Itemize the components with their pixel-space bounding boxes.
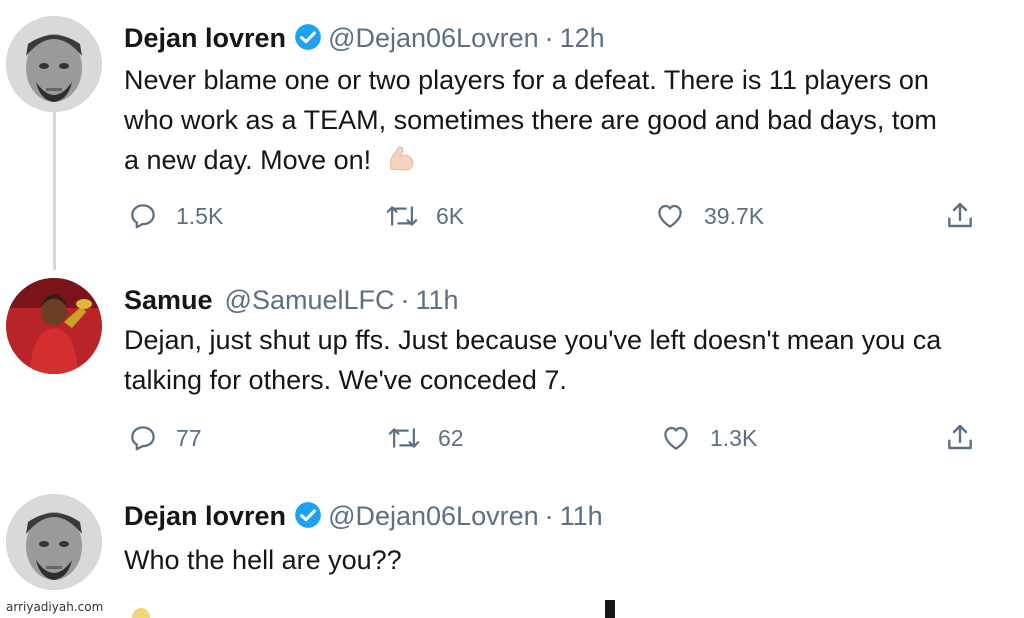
share-button[interactable] [944, 418, 976, 458]
tweet-header: Dejan lovren @Dejan06Lovren · 12h [124, 22, 605, 58]
like-button[interactable]: 39.7K [654, 196, 764, 236]
player-portrait-icon [6, 494, 102, 590]
retweet-icon [388, 428, 420, 448]
tweet-text-segment: a new day. Move on! [124, 145, 372, 175]
reply-icon [131, 204, 155, 229]
avatar[interactable] [6, 278, 102, 374]
reply-icon [131, 426, 155, 451]
display-name[interactable]: Dejan lovren [124, 23, 286, 53]
retweet-button[interactable]: 62 [388, 418, 464, 458]
tweet-header: Samue @SamuelLFC · 11h [124, 284, 459, 316]
partial-icon-cutoff [132, 608, 150, 618]
heart-icon [658, 204, 682, 228]
tweet-3[interactable]: Dejan lovren @Dejan06Lovren · 11h Who the h… [0, 482, 1024, 618]
tweet-text-line: Who the hell are you?? [124, 545, 402, 575]
share-button[interactable] [944, 196, 976, 236]
retweet-count: 62 [438, 424, 464, 451]
separator: · [400, 285, 410, 315]
display-name[interactable]: Dejan lovren [124, 501, 286, 531]
retweet-icon [386, 206, 418, 226]
share-icon [948, 202, 972, 228]
tweet-text-line: talking for others. We've conceded 7. [124, 365, 567, 395]
like-count: 1.3K [710, 424, 758, 451]
timestamp[interactable]: 11h [560, 501, 603, 531]
handle[interactable]: @Dejan06Lovren [328, 501, 539, 531]
reply-button[interactable]: 1.5K [128, 196, 223, 236]
like-count: 39.7K [704, 202, 765, 229]
separator: · [544, 23, 554, 53]
watermark: arriyadiyah.com [6, 600, 104, 614]
tweet-text-line: Dejan, just shut up ffs. Just because yo… [124, 325, 942, 355]
verified-badge-icon [294, 23, 322, 58]
tweet-actions: 77 62 1.3K [124, 418, 1024, 458]
display-name[interactable]: Samue [124, 285, 213, 315]
tweet-text-line: Never blame one or two players for a def… [124, 65, 929, 95]
player-portrait-icon [6, 16, 102, 112]
tweet-actions: 1.5K 6K 39.7K [124, 196, 1024, 236]
like-button[interactable]: 1.3K [660, 418, 757, 458]
verified-badge-icon [294, 501, 322, 536]
handle[interactable]: @SamuelLFC [225, 285, 395, 315]
partial-icon-cutoff [605, 600, 615, 618]
tweet-1[interactable]: Dejan lovren @Dejan06Lovren · 12h Never bla… [0, 0, 1024, 270]
reply-button[interactable]: 77 [128, 418, 202, 458]
timestamp[interactable]: 11h [416, 285, 459, 315]
avatar[interactable] [6, 16, 102, 112]
tweet-2[interactable]: Samue @SamuelLFC · 11h Dejan, just shut up … [0, 268, 1024, 482]
tweet-text: Dejan, just shut up ffs. Just because yo… [124, 320, 1024, 400]
tweet-text-line: a new day. Move on! [124, 140, 1024, 186]
tweet-text-line: who work as a TEAM, sometimes there are … [124, 105, 937, 135]
separator: · [544, 501, 554, 531]
avatar[interactable] [6, 494, 102, 590]
share-icon [948, 424, 972, 450]
timestamp[interactable]: 12h [560, 23, 605, 53]
reply-count: 1.5K [176, 202, 224, 229]
heart-icon [664, 426, 688, 450]
tweet-header: Dejan lovren @Dejan06Lovren · 11h [124, 500, 603, 536]
reply-count: 77 [176, 424, 202, 451]
player-portrait-icon [6, 278, 102, 374]
handle[interactable]: @Dejan06Lovren [328, 23, 539, 53]
retweet-button[interactable]: 6K [386, 196, 464, 236]
thread-line [53, 110, 56, 270]
tweet-text: Never blame one or two players for a def… [124, 60, 1024, 186]
flexed-biceps-icon [385, 143, 417, 186]
tweet-text: Who the hell are you?? [124, 540, 1024, 580]
retweet-count: 6K [436, 202, 465, 229]
